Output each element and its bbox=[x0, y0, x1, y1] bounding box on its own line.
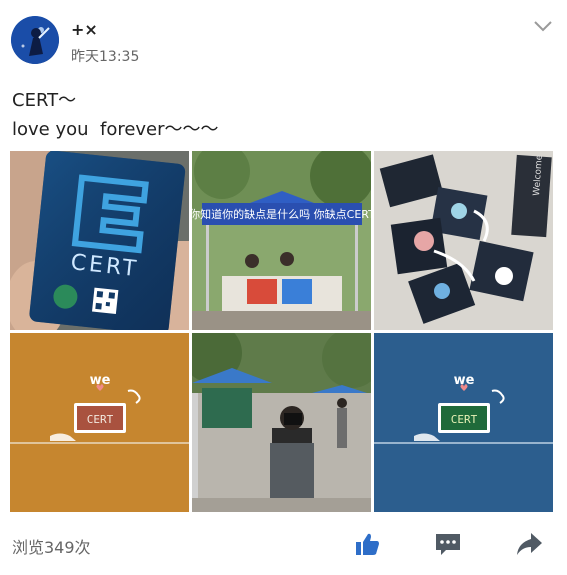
cert-card-photo[interactable]: CERT bbox=[10, 151, 189, 330]
stickers-photo[interactable]: Welcome bbox=[374, 151, 553, 330]
booth-tent-photo[interactable]: 你知道你的缺点是什么吗 你缺点CERT bbox=[192, 151, 371, 330]
we-text: we bbox=[454, 373, 475, 388]
post-text: CERT～ love you forever～～～ bbox=[12, 86, 552, 144]
share-icon[interactable] bbox=[514, 529, 544, 559]
username[interactable]: +× bbox=[71, 20, 98, 39]
post-text-line: CERT～ bbox=[12, 90, 77, 111]
user-avatar[interactable] bbox=[11, 16, 59, 64]
like-icon[interactable] bbox=[352, 529, 382, 559]
post-footer: 浏览349次 bbox=[0, 525, 567, 565]
cert-we-orange[interactable]: we CERT bbox=[10, 333, 189, 512]
image-grid: CERT 你知道你的缺点是什么吗 你缺点CERT Welcome we CERT… bbox=[10, 151, 553, 512]
post-text-line: love you forever～～～ bbox=[12, 119, 219, 140]
views-count: 浏览349次 bbox=[12, 538, 91, 557]
chevron-down-icon[interactable] bbox=[531, 14, 555, 38]
booth-banner-text: 你知道你的缺点是什么吗 你缺点CERT bbox=[192, 207, 371, 221]
post-timestamp: 昨天13:35 bbox=[71, 49, 140, 65]
comment-icon[interactable] bbox=[433, 529, 463, 559]
we-text: we bbox=[90, 373, 111, 388]
cert-we-blue[interactable]: we CERT bbox=[374, 333, 553, 512]
post-header: +× 昨天13:35 bbox=[0, 0, 567, 75]
screen-text: CERT bbox=[451, 413, 478, 426]
photographer-photo[interactable] bbox=[192, 333, 371, 512]
screen-text: CERT bbox=[87, 413, 114, 426]
